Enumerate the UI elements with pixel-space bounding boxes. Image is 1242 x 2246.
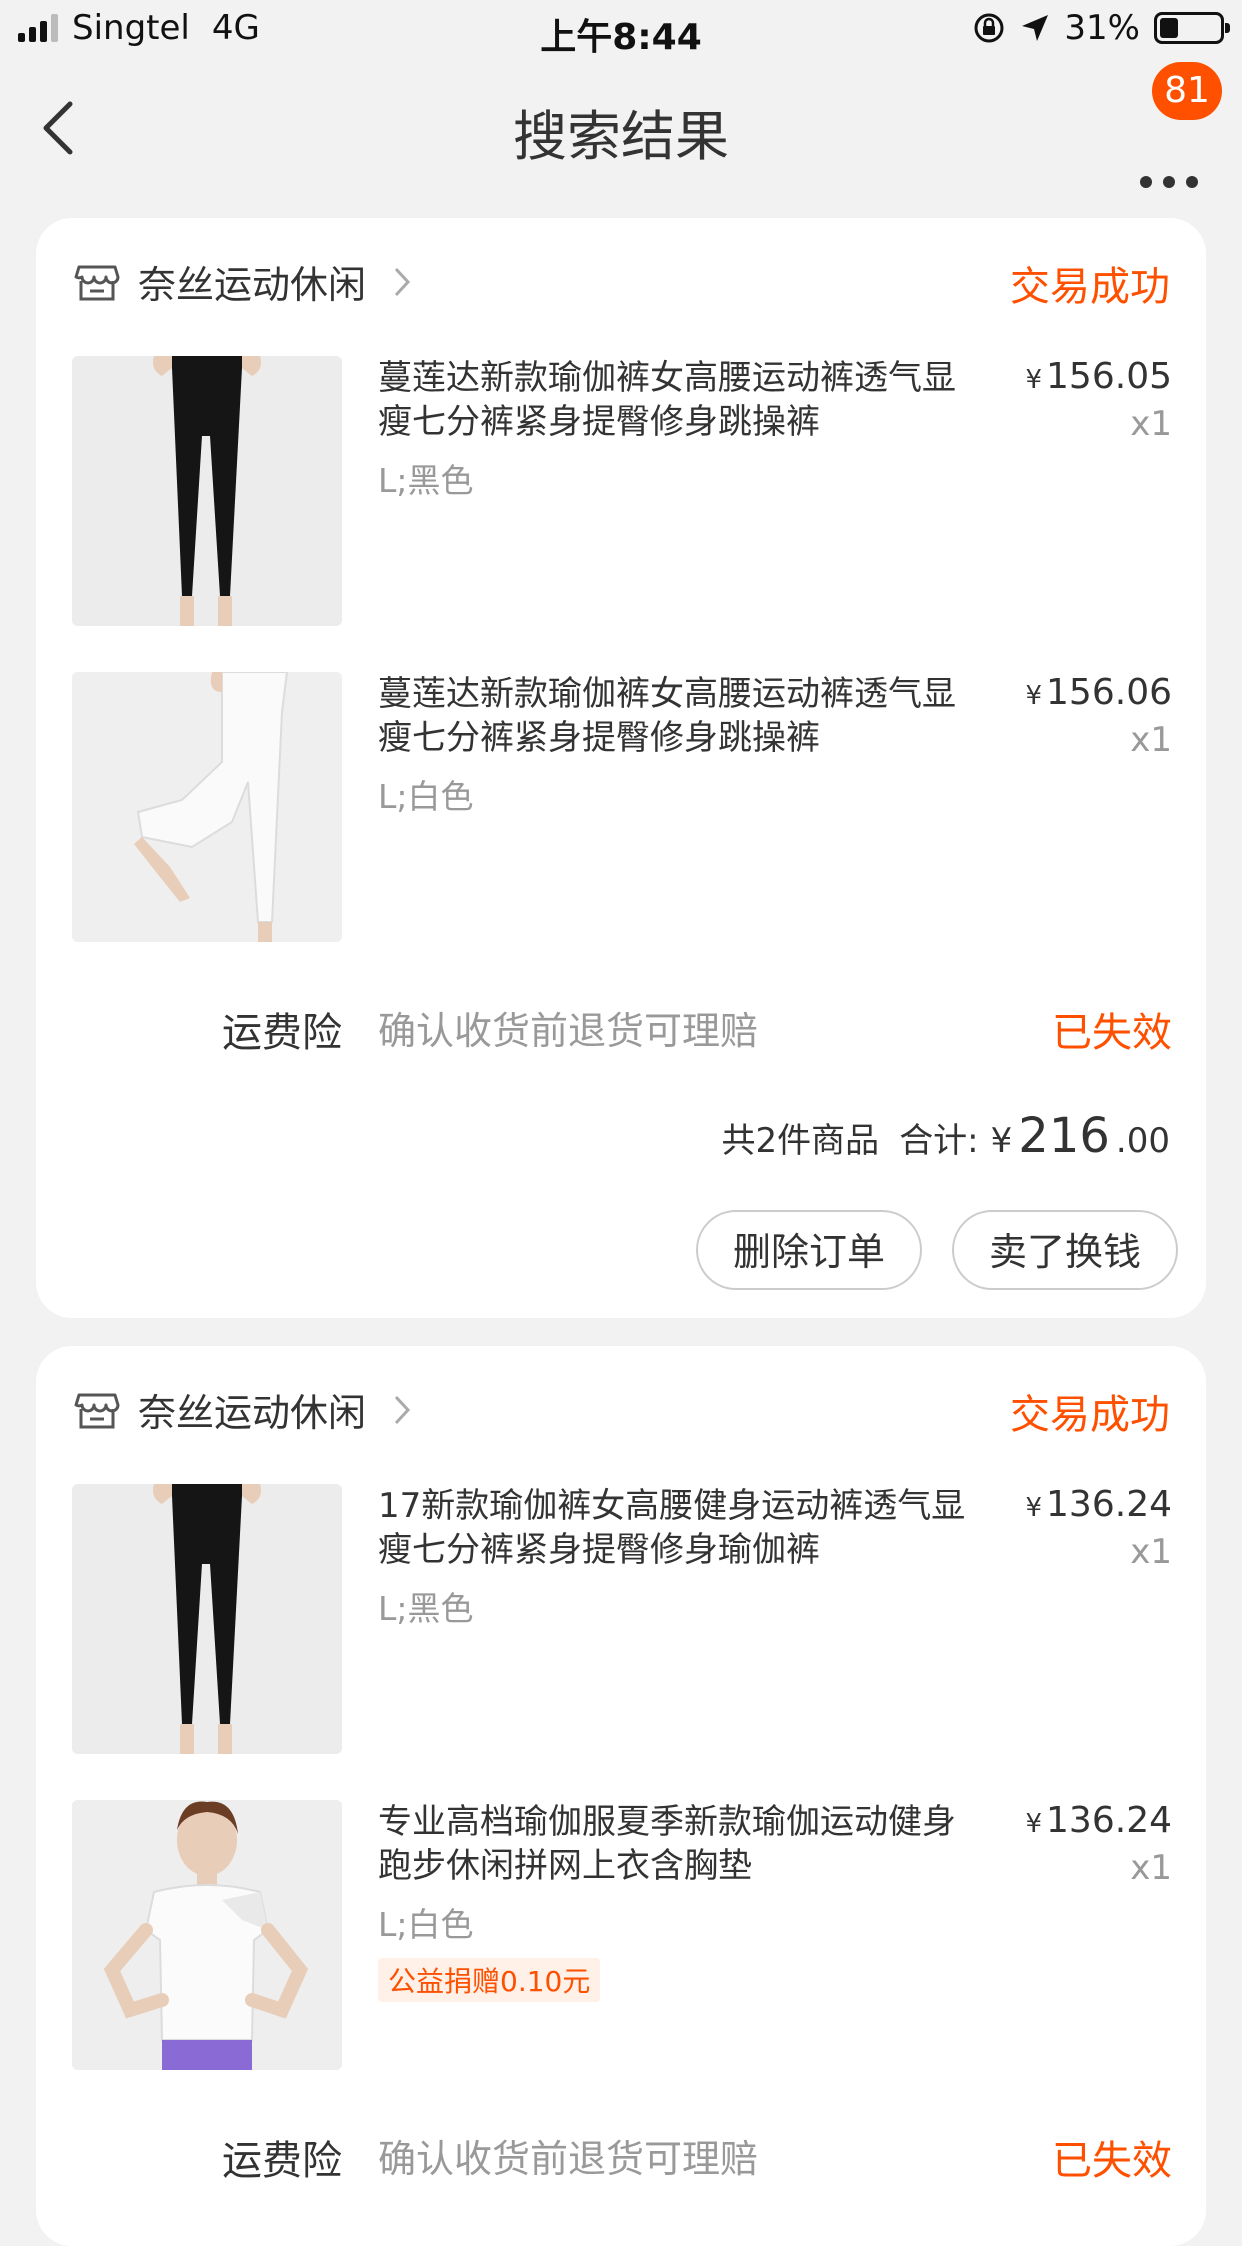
order-status: 交易成功 [1010,264,1170,310]
currency-symbol: ¥ [1025,681,1043,711]
currency-symbol: ¥ [1025,1493,1043,1523]
chevron-right-icon [394,267,411,296]
more-icon [1140,176,1152,188]
product-qty: x1 [1130,720,1172,760]
product-price: ¥156.05 [1025,356,1172,397]
product-title[interactable]: 蔓莲达新款瑜伽裤女高腰运动裤透气显瘦七分裤紧身提臀修身跳操裤 [378,672,968,760]
order-item[interactable]: 蔓莲达新款瑜伽裤女高腰运动裤透气显瘦七分裤紧身提臀修身跳操裤 L;黑色 ¥156… [72,356,1172,628]
product-qty: x1 [1130,404,1172,444]
product-spec: L;白色 [378,1905,474,1944]
shipping-insurance-row: 运费险 确认收货前退货可理赔 已失效 [72,1000,1172,1060]
store-icon [74,1393,120,1428]
currency-symbol: ¥ [1025,1809,1043,1839]
shop-name: 奈丝运动休闲 [138,263,367,307]
product-title[interactable]: 蔓莲达新款瑜伽裤女高腰运动裤透气显瘦七分裤紧身提臀修身跳操裤 [378,356,968,444]
product-title[interactable]: 17新款瑜伽裤女高腰健身运动裤透气显瘦七分裤紧身提臀修身瑜伽裤 [378,1484,968,1572]
nav-bar: 搜索结果 81 [0,62,1242,192]
product-title[interactable]: 专业高档瑜伽服夏季新款瑜伽运动健身跑步休闲拼网上衣含胸垫 [378,1800,968,1888]
product-qty: x1 [1130,1532,1172,1572]
price-value: 156.05 [1046,356,1172,397]
order-item[interactable]: 专业高档瑜伽服夏季新款瑜伽运动健身跑步休闲拼网上衣含胸垫 L;白色 公益捐赠0.… [72,1800,1172,2072]
item-count: 共2件商品 [721,1121,880,1161]
currency-symbol: ¥ [1025,365,1043,395]
product-spec: L;黑色 [378,1589,474,1628]
location-icon [1022,15,1049,41]
shipping-insurance-row: 运费险 确认收货前退货可理赔 已失效 [72,2128,1172,2188]
product-price: ¥136.24 [1025,1800,1172,1841]
order-card[interactable]: 奈丝运动休闲 交易成功 17新款瑜伽裤女高腰健身运动裤透气显瘦七分裤紧身提臀修身… [36,1346,1206,2246]
sell-for-cash-button[interactable]: 卖了换钱 [952,1210,1178,1290]
product-spec: L;白色 [378,777,474,816]
battery-percent: 31% [1064,8,1140,48]
insurance-status: 已失效 [1052,1010,1172,1056]
chevron-right-icon [394,1395,411,1424]
price-value: 136.24 [1046,1484,1172,1525]
more-button[interactable] [1134,118,1204,188]
order-total: 共2件商品 合计: ¥ 216.00 [722,1108,1170,1164]
delete-order-button[interactable]: 删除订单 [696,1210,922,1290]
insurance-status: 已失效 [1052,2138,1172,2184]
product-price: ¥156.06 [1025,672,1172,713]
product-spec: L;黑色 [378,461,474,500]
battery-icon [1154,12,1230,44]
status-bar: Singtel 4G 上午8:44 31% [0,0,1242,62]
status-right: 31% [972,8,1230,48]
page-title: 搜索结果 [513,105,729,168]
shop-name: 奈丝运动休闲 [138,1391,367,1435]
insurance-desc: 确认收货前退货可理赔 [378,1009,759,1053]
insurance-desc: 确认收货前退货可理赔 [378,2137,759,2181]
store-icon [74,265,120,300]
shop-link[interactable]: 奈丝运动休闲 [74,1382,412,1437]
more-icon-dot [1186,176,1198,188]
order-card[interactable]: 奈丝运动休闲 交易成功 蔓莲达新款瑜伽裤女高腰运动裤透气显瘦七分裤紧身提臀修身跳… [36,218,1206,1318]
total-decimal: .00 [1115,1121,1170,1161]
rotation-lock-icon [974,13,1004,43]
insurance-label: 运费险 [222,2138,342,2184]
price-value: 136.24 [1046,1800,1172,1841]
order-item[interactable]: 蔓莲达新款瑜伽裤女高腰运动裤透气显瘦七分裤紧身提臀修身跳操裤 L;白色 ¥156… [72,672,1172,944]
product-qty: x1 [1130,1848,1172,1888]
product-image[interactable] [72,1800,342,2070]
more-icon-dot [1163,176,1175,188]
total-label: 合计: [899,1121,979,1161]
price-value: 156.06 [1046,672,1172,713]
charity-tag: 公益捐赠0.10元 [378,1958,601,2002]
shop-link[interactable]: 奈丝运动休闲 [74,254,412,309]
product-image[interactable] [72,1484,342,1754]
product-price: ¥136.24 [1025,1484,1172,1525]
product-image[interactable] [72,672,342,942]
total-integer: 216 [1018,1108,1110,1164]
order-status: 交易成功 [1010,1392,1170,1438]
currency-symbol: ¥ [990,1121,1013,1161]
product-image[interactable] [72,356,342,626]
insurance-label: 运费险 [222,1010,342,1056]
order-item[interactable]: 17新款瑜伽裤女高腰健身运动裤透气显瘦七分裤紧身提臀修身瑜伽裤 L;黑色 ¥13… [72,1484,1172,1756]
notification-badge: 81 [1152,62,1222,120]
